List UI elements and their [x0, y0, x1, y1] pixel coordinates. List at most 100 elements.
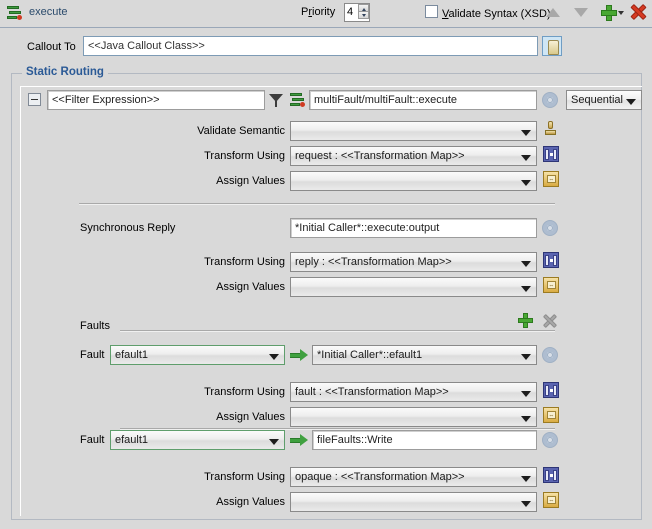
transform-icon[interactable]: [543, 382, 559, 398]
chevron-down-icon: [626, 99, 636, 105]
fault-1-target-select[interactable]: *Initial Caller*::efault1: [312, 345, 537, 365]
fault-1-label: Fault: [80, 349, 105, 361]
transform-icon[interactable]: [543, 467, 559, 483]
gear-icon[interactable]: [542, 347, 558, 363]
chevron-down-icon[interactable]: [618, 11, 624, 15]
routing-editor-panel: execute Priority 4 Validate Syntax (XSD)…: [0, 0, 652, 529]
fault-2-label: Fault: [80, 434, 105, 446]
routing-mode-value: Sequential: [571, 94, 623, 106]
transform-icon[interactable]: [543, 252, 559, 268]
arrow-right-icon: [290, 434, 308, 446]
transform-using-select[interactable]: request : <<Transformation Map>>: [290, 146, 537, 166]
chevron-down-icon: [521, 501, 531, 507]
fault-1-assign-select[interactable]: [290, 407, 537, 427]
chevron-down-icon: [521, 416, 531, 422]
divider: [120, 330, 555, 332]
priority-stepper[interactable]: 4: [344, 3, 370, 22]
sync-reply-target-value: *Initial Caller*::execute:output: [295, 222, 440, 234]
assign-values-select[interactable]: [290, 171, 537, 191]
transform-icon[interactable]: [543, 146, 559, 162]
assign-icon[interactable]: ⇔: [543, 171, 559, 187]
assign-values-label: Assign Values: [216, 175, 285, 187]
divider: [79, 203, 555, 205]
priority-value: 4: [347, 6, 354, 18]
fault-2-transform-value: opaque : <<Transformation Map>>: [295, 471, 465, 483]
chevron-down-icon: [521, 261, 531, 267]
fault-1-transform-label: Transform Using: [204, 386, 285, 398]
spin-down-icon[interactable]: [358, 11, 369, 19]
fault-1-transform-value: fault : <<Transformation Map>>: [295, 386, 449, 398]
route-target-input[interactable]: multiFault/multiFault::execute: [309, 90, 537, 110]
callout-to-label: Callout To: [27, 41, 76, 53]
arrow-right-icon: [290, 349, 308, 361]
sync-reply-target-input[interactable]: *Initial Caller*::execute:output: [290, 218, 537, 238]
callout-browse-button[interactable]: [542, 36, 562, 56]
page-title: execute: [29, 6, 68, 18]
fault-1-target-value: *Initial Caller*::efault1: [317, 349, 423, 361]
fault-2-assign-select[interactable]: [290, 492, 537, 512]
fault-1-name-value: efault1: [115, 349, 149, 361]
chevron-down-icon: [521, 180, 531, 186]
synchronous-reply-label: Synchronous Reply: [80, 222, 176, 234]
plus-icon: [601, 5, 617, 21]
filter-icon[interactable]: [269, 93, 284, 108]
callout-to-input[interactable]: <<Java Callout Class>>: [83, 36, 538, 56]
fault-2-name-select[interactable]: efault1: [110, 430, 285, 450]
filter-expression-value: <<Filter Expression>>: [52, 94, 160, 106]
transform-using-value: request : <<Transformation Map>>: [295, 150, 465, 162]
static-routing-title: Static Routing: [22, 66, 108, 78]
sync-transform-using-value: reply : <<Transformation Map>>: [295, 256, 452, 268]
chevron-down-icon: [521, 155, 531, 161]
validate-syntax-checkbox[interactable]: Validate Syntax (XSD): [425, 5, 551, 20]
fault-2-transform-select[interactable]: opaque : <<Transformation Map>>: [290, 467, 537, 487]
fault-2-transform-label: Transform Using: [204, 471, 285, 483]
add-fault-button[interactable]: [518, 313, 533, 328]
routing-mode-select[interactable]: Sequential: [566, 90, 642, 110]
move-up-icon[interactable]: [546, 8, 560, 19]
callout-to-value: <<Java Callout Class>>: [88, 40, 205, 52]
service-icon: [6, 5, 23, 22]
chevron-down-icon: [521, 130, 531, 136]
delete-fault-button[interactable]: [543, 314, 557, 328]
priority-spin-buttons[interactable]: [358, 4, 369, 21]
route-target-value: multiFault/multiFault::execute: [314, 94, 458, 106]
fault-2-assign-label: Assign Values: [216, 496, 285, 508]
service-icon[interactable]: [289, 92, 305, 108]
chevron-down-icon: [269, 354, 279, 360]
faults-label: Faults: [80, 320, 110, 332]
gear-icon[interactable]: [542, 92, 558, 108]
validate-syntax-label: Validate Syntax (XSD): [442, 8, 551, 20]
fault-2-name-value: efault1: [115, 434, 149, 446]
gear-icon[interactable]: [542, 220, 558, 236]
fault-2-target-value: fileFaults::Write: [317, 434, 393, 446]
assign-icon[interactable]: ⇔: [543, 492, 559, 508]
filter-expression-input[interactable]: <<Filter Expression>>: [47, 90, 265, 110]
assign-icon[interactable]: ⇔: [543, 277, 559, 293]
sync-assign-values-label: Assign Values: [216, 281, 285, 293]
validate-semantic-label: Validate Semantic: [197, 125, 285, 137]
java-class-icon: [548, 40, 559, 55]
checkbox-box[interactable]: [425, 5, 438, 18]
priority-label: Priority: [301, 6, 336, 18]
fault-1-assign-label: Assign Values: [216, 411, 285, 423]
fault-1-name-select[interactable]: efault1: [110, 345, 285, 365]
assign-icon[interactable]: ⇔: [543, 407, 559, 423]
collapse-toggle[interactable]: [28, 93, 41, 106]
sync-transform-using-label: Transform Using: [204, 256, 285, 268]
fault-1-transform-select[interactable]: fault : <<Transformation Map>>: [290, 382, 537, 402]
fault-2-target-input[interactable]: fileFaults::Write: [312, 430, 537, 450]
gear-icon[interactable]: [542, 432, 558, 448]
chevron-down-icon: [521, 476, 531, 482]
chevron-down-icon: [521, 391, 531, 397]
chevron-down-icon: [521, 286, 531, 292]
transform-using-label: Transform Using: [204, 150, 285, 162]
sync-transform-using-select[interactable]: reply : <<Transformation Map>>: [290, 252, 537, 272]
delete-icon[interactable]: [630, 4, 646, 20]
validate-semantic-select[interactable]: [290, 121, 537, 141]
add-button[interactable]: [601, 3, 624, 23]
editor-header: execute Priority 4 Validate Syntax (XSD): [0, 0, 652, 28]
sync-assign-values-select[interactable]: [290, 277, 537, 297]
validate-icon[interactable]: [543, 121, 559, 137]
move-down-icon[interactable]: [574, 8, 588, 19]
chevron-down-icon: [269, 439, 279, 445]
